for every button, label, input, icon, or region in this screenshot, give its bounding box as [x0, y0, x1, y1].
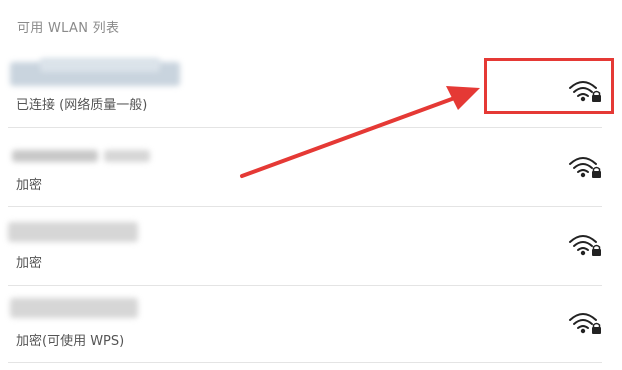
wifi-network-item[interactable]: 加密: [0, 130, 622, 208]
wifi-network-item[interactable]: 加密: [0, 210, 622, 288]
wifi-lock-icon: [569, 235, 601, 256]
network-name-blurred: [104, 150, 150, 162]
network-name-blurred: [8, 222, 138, 242]
wifi-lock-icon: [569, 157, 601, 178]
list-divider: [8, 362, 602, 363]
network-name-blurred-overlay: [40, 58, 160, 72]
network-status-text: 加密: [16, 256, 43, 271]
list-divider: [8, 127, 602, 128]
wifi-lock-icon: [569, 313, 601, 334]
wlan-screen: 可用 WLAN 列表 已连接 (网络质量一般) 加密 加密 加密(可使用 WPS…: [0, 0, 622, 370]
list-divider: [8, 285, 602, 286]
wlan-list-header: 可用 WLAN 列表: [17, 21, 120, 36]
wifi-network-item[interactable]: 加密(可使用 WPS): [0, 288, 622, 366]
network-name-blurred: [12, 150, 98, 162]
list-divider: [8, 206, 602, 207]
network-status-text: 加密: [16, 178, 43, 193]
network-name-blurred: [10, 298, 138, 318]
annotation-highlight-box: [484, 58, 614, 114]
network-status-text: 加密(可使用 WPS): [16, 334, 125, 349]
network-status-text: 已连接 (网络质量一般): [16, 98, 148, 113]
